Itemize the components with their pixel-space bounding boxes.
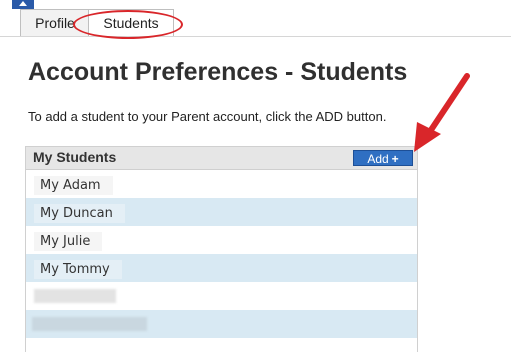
annotation-arrow-icon xyxy=(414,73,470,152)
